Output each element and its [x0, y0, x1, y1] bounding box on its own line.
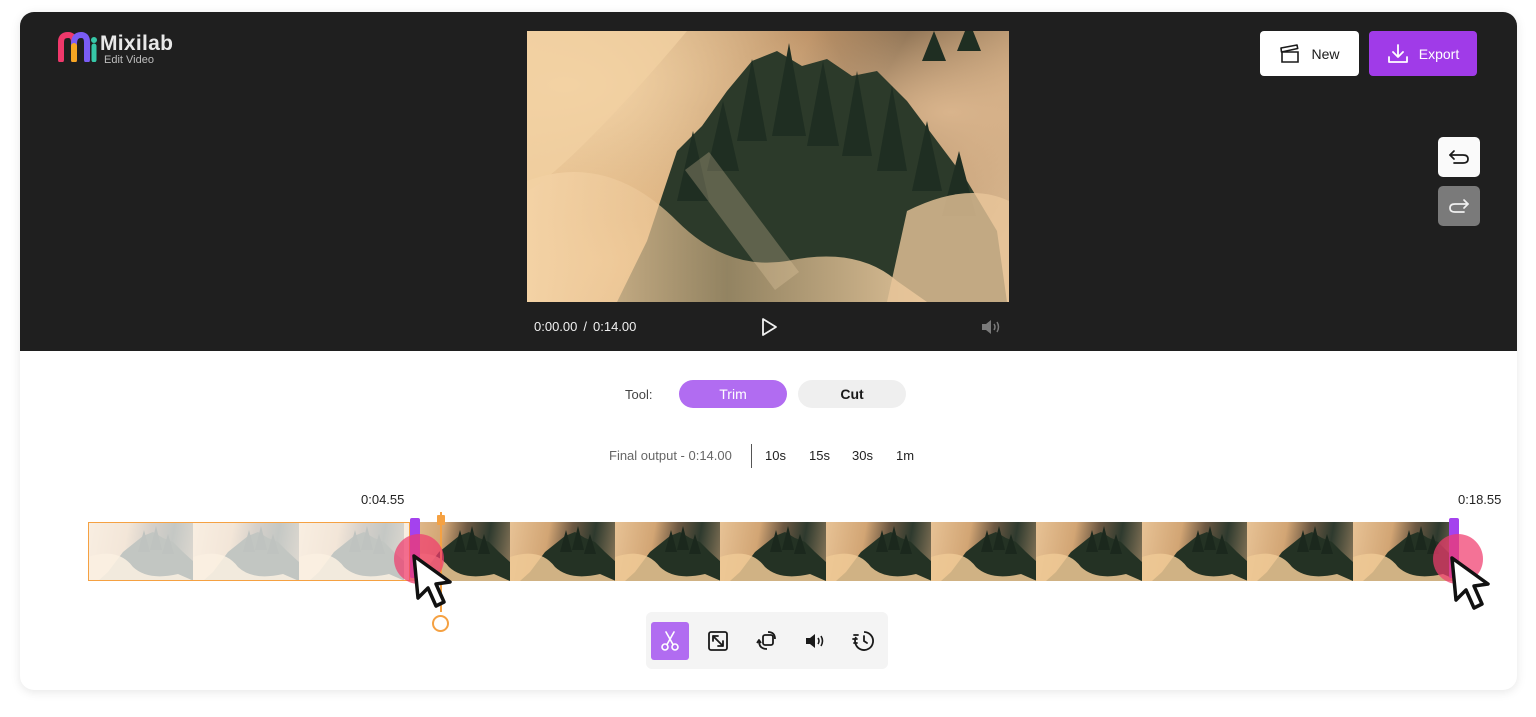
volume-button[interactable] [796, 622, 834, 660]
trim-start-time: 0:04.55 [361, 492, 405, 507]
download-icon [1387, 43, 1408, 63]
scissors-button[interactable] [651, 622, 689, 660]
volume-icon [806, 634, 824, 648]
video-preview[interactable] [527, 31, 1009, 302]
timeline-frame [1141, 522, 1248, 581]
play-icon[interactable] [759, 316, 779, 338]
timeline-frame [825, 522, 932, 581]
output-duration-bar: Final output - 0:14.00 10s 15s 30s 1m [20, 444, 1517, 468]
new-label: New [1311, 45, 1340, 62]
export-button[interactable]: Export [1369, 31, 1477, 76]
export-label: Export [1418, 45, 1460, 62]
current-time: 0:00.00 [534, 319, 578, 334]
clapperboard-icon [1280, 43, 1300, 63]
scissors-icon [661, 631, 679, 651]
rotate-icon [756, 631, 776, 650]
app-name: Mixilab [100, 32, 174, 55]
new-button[interactable]: New [1260, 31, 1359, 76]
resize-button[interactable] [699, 622, 737, 660]
tool-label: Tool: [625, 387, 653, 402]
timeline-frame [1247, 522, 1354, 581]
trimmed-region [88, 522, 410, 581]
timeline-frame [509, 522, 616, 581]
duration-option-1m[interactable]: 1m [896, 448, 914, 463]
logo: Mixilab Edit Video [58, 32, 173, 66]
cursor-arrow-icon [412, 554, 452, 608]
duration-option-30s[interactable]: 30s [852, 448, 873, 463]
timeline-frame [931, 522, 1037, 581]
timeline-frame [614, 522, 721, 581]
rotate-button[interactable] [748, 622, 786, 660]
preview-area: Mixilab Edit Video 0:00.00 / 0:14.00 New… [20, 12, 1517, 351]
time-display: 0:00.00 / 0:14.00 [534, 319, 636, 334]
speed-icon [852, 631, 874, 651]
timeline-frame [1036, 522, 1143, 581]
redo-icon [1449, 199, 1469, 213]
playhead-knob[interactable] [432, 615, 449, 632]
timeline-track[interactable] [88, 518, 1459, 581]
timeline-frame [720, 522, 827, 581]
tool-selector: Tool: Trim Cut [20, 379, 1517, 409]
duration-option-10s[interactable]: 10s [765, 448, 786, 463]
playhead-marker [437, 515, 445, 525]
total-time: 0:14.00 [593, 319, 637, 334]
volume-icon[interactable] [980, 319, 1002, 335]
tab-trim[interactable]: Trim [679, 380, 787, 408]
player-controls: 0:00.00 / 0:14.00 [527, 312, 1009, 342]
tab-cut[interactable]: Cut [798, 380, 906, 408]
resize-icon [708, 631, 728, 651]
logo-mark-icon [58, 32, 97, 62]
final-output-label: Final output - 0:14.00 [609, 448, 732, 463]
time-separator: / [583, 319, 587, 334]
cursor-arrow-icon [1450, 556, 1490, 610]
forest-image [527, 31, 1009, 302]
undo-icon [1449, 150, 1469, 164]
duration-option-15s[interactable]: 15s [809, 448, 830, 463]
divider [751, 444, 752, 468]
undo-button[interactable] [1438, 137, 1480, 177]
edit-toolbar [646, 612, 888, 669]
redo-button[interactable] [1438, 186, 1480, 226]
speed-button[interactable] [845, 622, 883, 660]
editor-window: Mixilab Edit Video 0:00.00 / 0:14.00 New… [20, 12, 1517, 690]
trim-end-time: 0:18.55 [1458, 492, 1502, 507]
